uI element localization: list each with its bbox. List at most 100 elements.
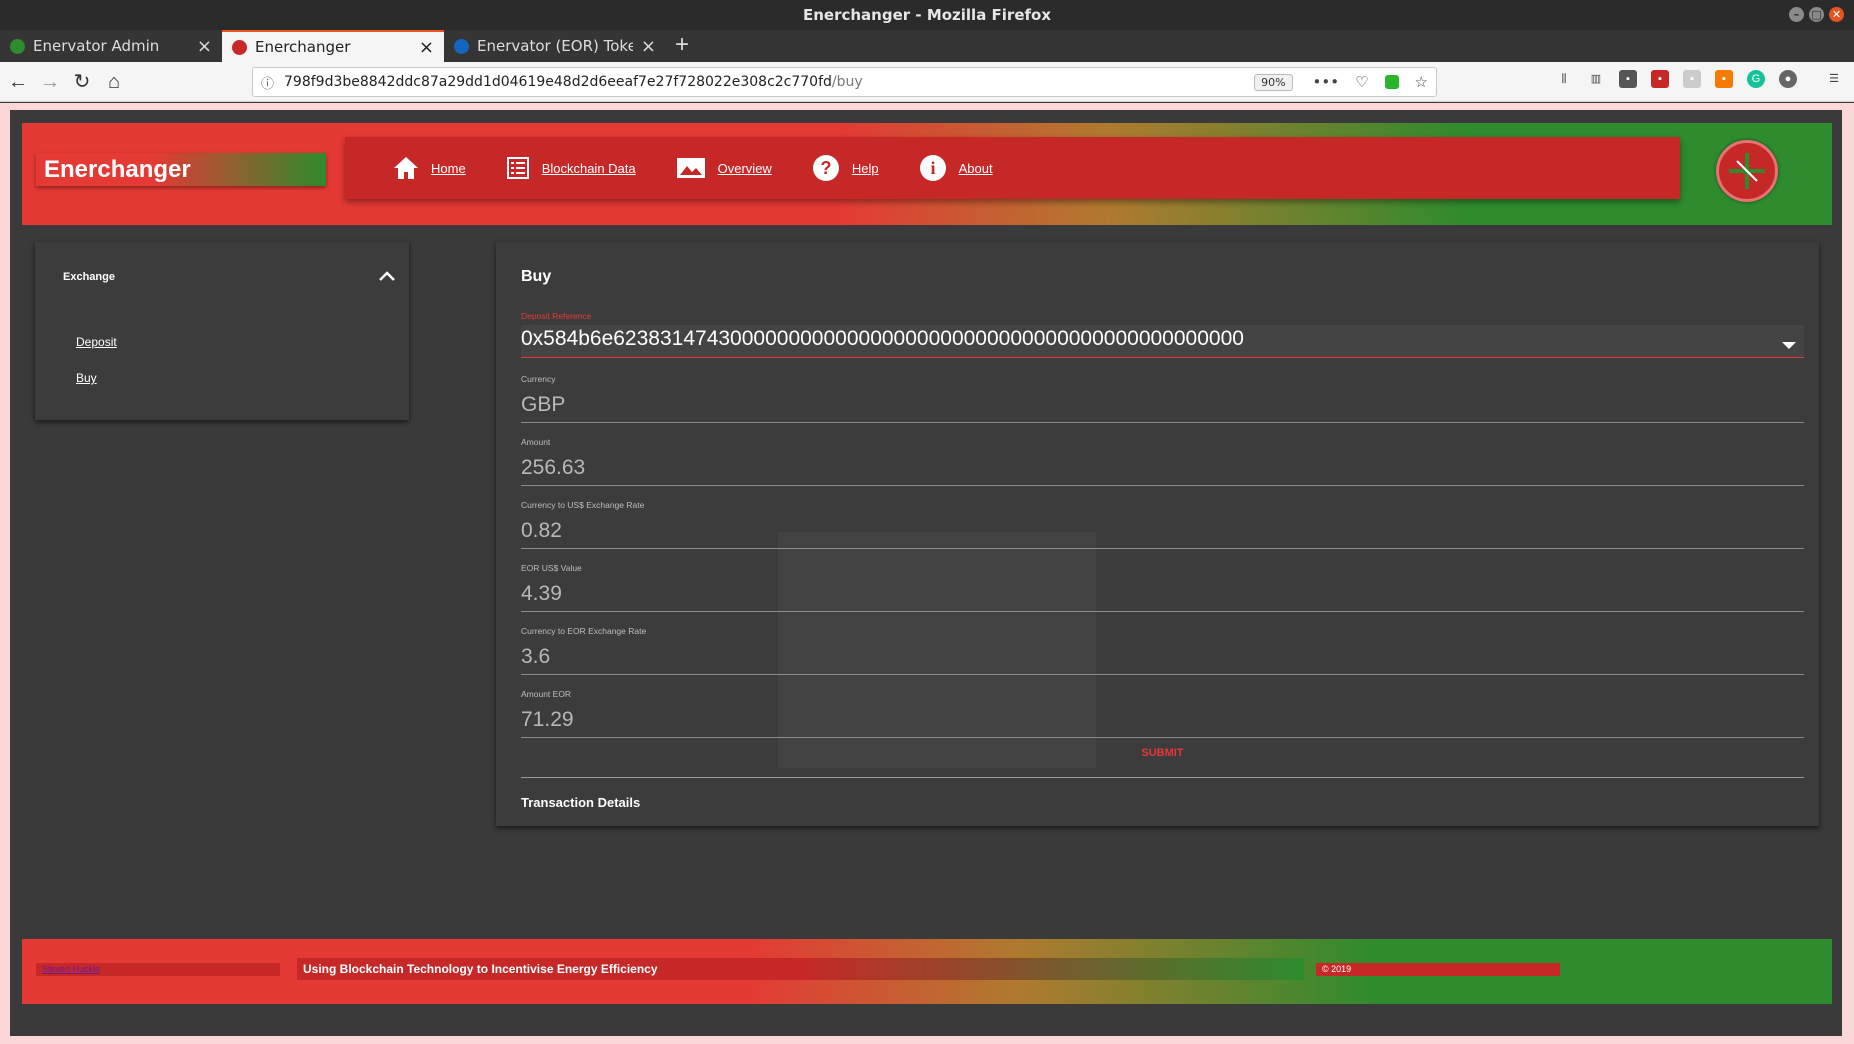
currency-input[interactable]: GBP	[521, 393, 1804, 423]
sidebar-title: Exchange	[63, 271, 115, 283]
close-tab-icon[interactable]: ×	[641, 36, 656, 57]
field-label: EOR US$ Value	[521, 563, 582, 573]
reader-icon[interactable]: ▪	[1683, 70, 1701, 88]
main-menu: Home Blockchain Data Overview ? Help i A…	[345, 137, 1680, 199]
field-label: Currency to US$ Exchange Rate	[521, 500, 645, 510]
metamask-icon[interactable]: ▪	[1715, 70, 1733, 88]
account-icon[interactable]: ●	[1779, 70, 1797, 88]
amount-eor-input[interactable]: 71.29	[521, 708, 1804, 738]
tab-title: Enervator Admin	[33, 37, 160, 55]
home-icon[interactable]: ⌂	[100, 68, 128, 96]
close-tab-icon[interactable]: ×	[419, 37, 434, 58]
field-label: Amount	[521, 437, 551, 447]
field-label: Amount EOR	[521, 689, 572, 699]
library-icon[interactable]: ⫼	[1555, 70, 1573, 88]
favicon-icon	[454, 38, 469, 54]
close-tab-icon[interactable]: ×	[197, 36, 212, 57]
page-viewport: Enerchanger Home Blockchain Data Overvie…	[0, 103, 1854, 1044]
menu-icon[interactable]: ☰	[1825, 70, 1843, 88]
favicon-icon	[232, 39, 247, 55]
forward-icon[interactable]: →	[36, 68, 64, 96]
url-path: /buy	[831, 74, 863, 90]
amount-field: Amount 256.63	[521, 437, 1804, 486]
field-label: Currency to EOR Exchange Rate	[521, 626, 647, 636]
menu-about[interactable]: i About	[919, 154, 993, 182]
eor-usd-field: EOR US$ Value 4.39	[521, 563, 1804, 612]
deposit-reference-select[interactable]: 0x584b6e62383147430000000000000000000000…	[521, 325, 1804, 358]
dropdown-arrow-icon[interactable]	[1782, 342, 1796, 349]
bookmark-star-icon[interactable]: ☆	[1415, 73, 1428, 91]
menu-label: Blockchain Data	[541, 160, 636, 176]
amount-eor-field: Amount EOR 71.29	[521, 689, 1804, 738]
menu-blockchain-data[interactable]: Blockchain Data	[506, 156, 636, 180]
image-icon	[676, 158, 705, 178]
minimize-button[interactable]: –	[1789, 7, 1804, 22]
copyright: © 2019	[1316, 963, 1560, 976]
tab-enerchanger[interactable]: Enerchanger ×	[222, 30, 444, 62]
field-label: Deposit Reference	[521, 311, 592, 321]
app-footer: Steven Huckle Using Blockchain Technolog…	[22, 939, 1832, 1004]
address-bar[interactable]: ⓘ 798f9d3be8842ddc87a29dd1d04619e48d2d6e…	[252, 67, 1437, 97]
navigation-toolbar: ← → ↻ ⌂ ⓘ 798f9d3be8842ddc87a29dd1d04619…	[0, 62, 1854, 102]
currency-field: Currency GBP	[521, 374, 1804, 423]
extension-icon[interactable]: ▪	[1619, 70, 1637, 88]
back-icon[interactable]: ←	[4, 68, 32, 96]
footer-tagline: Using Blockchain Technology to Incentivi…	[297, 958, 1304, 980]
tab-title: Enervator (EOR) Token Tr	[477, 37, 633, 55]
app-header: Enerchanger Home Blockchain Data Overvie…	[22, 123, 1832, 225]
window-title: Enerchanger - Mozilla Firefox	[802, 6, 1052, 24]
extension-icon[interactable]: ▪	[1651, 70, 1669, 88]
window-titlebar: Enerchanger - Mozilla Firefox – □ ✕	[0, 0, 1854, 30]
menu-label: About	[958, 160, 993, 176]
author-link[interactable]: Steven Huckle	[36, 963, 280, 976]
buy-form-card: Buy Deposit Reference 0x584b6e6238314743…	[496, 242, 1819, 826]
field-label: Currency	[521, 374, 556, 384]
tab-title: Enerchanger	[255, 38, 351, 56]
zoom-level[interactable]: 90%	[1254, 73, 1293, 91]
menu-label: Home	[431, 160, 466, 176]
amount-input[interactable]: 256.63	[521, 456, 1804, 486]
submit-button[interactable]: SUBMIT	[521, 747, 1804, 759]
page-actions-icon[interactable]: •••	[1313, 73, 1340, 91]
sidebar-item-deposit[interactable]: Deposit	[76, 335, 117, 349]
chevron-up-icon[interactable]	[375, 264, 399, 288]
menu-help[interactable]: ? Help	[812, 154, 879, 182]
shield-icon[interactable]	[1384, 75, 1399, 89]
eor-rate-input[interactable]: 3.6	[521, 645, 1804, 675]
favicon-icon	[10, 38, 25, 54]
new-tab-button[interactable]: +	[666, 30, 698, 62]
transaction-details-title: Transaction Details	[521, 795, 641, 810]
eor-rate-field: Currency to EOR Exchange Rate 3.6	[521, 626, 1804, 675]
tab-bar: Enervator Admin × Enerchanger × Enervato…	[0, 30, 1854, 62]
menu-overview[interactable]: Overview	[676, 157, 772, 179]
url-host: 798f9d3be8842ddc87a29dd1d04619e48d2d6eea…	[284, 74, 832, 90]
maximize-button[interactable]: □	[1809, 7, 1824, 22]
url-text[interactable]: 798f9d3be8842ddc87a29dd1d04619e48d2d6eea…	[284, 74, 1254, 90]
eor-usd-input[interactable]: 4.39	[521, 582, 1804, 612]
logo-icon	[1729, 153, 1765, 189]
svg-text:i: i	[930, 158, 935, 178]
site-info-icon[interactable]: ⓘ	[261, 73, 274, 92]
info-icon: i	[919, 155, 946, 181]
usd-rate-field: Currency to US$ Exchange Rate 0.82	[521, 500, 1804, 549]
menu-label: Help	[851, 160, 879, 176]
sidebar-item-buy[interactable]: Buy	[76, 371, 97, 385]
app-logo	[1716, 140, 1778, 202]
sidebar-icon[interactable]: ▥	[1587, 70, 1605, 88]
menu-home[interactable]: Home	[393, 156, 466, 180]
tab-enervator-admin[interactable]: Enervator Admin ×	[0, 30, 222, 62]
pocket-icon[interactable]: ♡	[1355, 73, 1368, 91]
svg-text:?: ?	[820, 158, 831, 178]
grammarly-icon[interactable]: G	[1747, 70, 1765, 88]
close-window-button[interactable]: ✕	[1829, 7, 1844, 22]
list-icon	[506, 157, 529, 179]
tab-enervator-token[interactable]: Enervator (EOR) Token Tr ×	[444, 30, 666, 62]
divider	[521, 777, 1804, 778]
app-root: Enerchanger Home Blockchain Data Overvie…	[10, 110, 1842, 1036]
form-title: Buy	[521, 268, 552, 285]
deposit-reference-field: Deposit Reference 0x584b6e62383147430000…	[521, 311, 1804, 358]
usd-rate-input[interactable]: 0.82	[521, 519, 1804, 549]
faded-overlay	[778, 532, 1096, 768]
menu-label: Overview	[717, 160, 772, 176]
reload-icon[interactable]: ↻	[68, 68, 96, 96]
